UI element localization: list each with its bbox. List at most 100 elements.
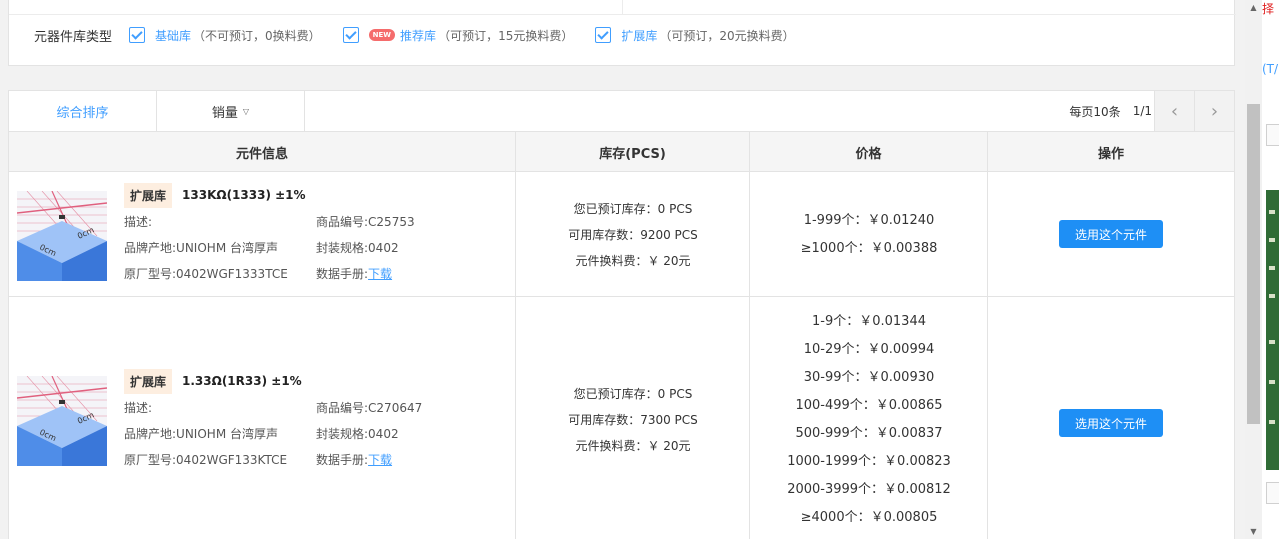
product-code-label: 商品编号:: [316, 215, 369, 229]
description-label: 描述:: [124, 215, 153, 229]
product-code-value: C270647: [368, 401, 423, 415]
datasheet-label: 数据手册:: [316, 453, 369, 467]
price-tier: 500-999个：￥0.00837: [795, 426, 943, 441]
pcb-image: [1266, 190, 1279, 470]
extended-library-note: （可预订，20元换料费）: [659, 28, 795, 43]
datasheet-download-link[interactable]: 下载: [368, 453, 392, 467]
recommended-library-option[interactable]: NEW 推荐库 （可预订，15元换料费）: [342, 27, 574, 44]
header-price: 价格: [750, 132, 988, 172]
package-label: 封装规格:: [316, 427, 369, 441]
tab-comprehensive-label: 综合排序: [56, 105, 109, 121]
reserved-stock: 您已预订库存：0 PCS: [573, 387, 693, 401]
scrollbar-thumb[interactable]: [1247, 104, 1260, 424]
part-info-cell: 0cm 0cm 扩展库 1.33Ω(1R33) ±1% 描述: 商品编号:C27…: [9, 297, 516, 539]
tab-sales-sort[interactable]: 销量 ▽: [157, 91, 305, 131]
price-tier: 100-499个：￥0.00865: [795, 398, 943, 413]
tab-sales-label: 销量: [211, 105, 238, 121]
package-value: 0402: [368, 427, 399, 441]
basic-library-note: （不可预订，0换料费）: [193, 28, 321, 43]
price-tier: 30-99个：￥0.00930: [803, 370, 935, 385]
price-tier: 10-29个：￥0.00994: [803, 342, 935, 357]
next-page-button[interactable]: ›: [1194, 91, 1234, 131]
stock-cell: 您已预订库存：0 PCS 可用库存数：9200 PCS 元件换料费：￥ 20元: [516, 172, 750, 296]
table-header: 元件信息 库存(PCS) 价格 操作: [9, 132, 1234, 172]
pagination-info: 每页10条 1/1: [1069, 91, 1152, 131]
library-type-label: 元器件库类型: [34, 29, 113, 45]
tab-comprehensive-sort[interactable]: 综合排序: [9, 91, 157, 131]
library-filter-card: 元器件库类型 基础库 （不可预订，0换料费） NEW 推荐库 （可预订，15元换…: [8, 0, 1236, 66]
resistor-thumbnail-image[interactable]: 0cm 0cm: [17, 191, 107, 281]
description-label: 描述:: [124, 401, 153, 415]
prev-page-button[interactable]: ‹: [1154, 91, 1194, 131]
chevron-left-icon: ‹: [1170, 100, 1179, 122]
library-filter-row: 元器件库类型 基础库 （不可预订，0换料费） NEW 推荐库 （可预订，15元换…: [34, 25, 817, 45]
header-part-info: 元件信息: [9, 132, 516, 172]
recommended-library-name: 推荐库: [400, 28, 437, 43]
brand-value: UNIOHM 台湾厚声: [176, 241, 278, 255]
price-cell: 1-9个：￥0.01344 10-29个：￥0.00994 30-99个：￥0.…: [750, 297, 988, 539]
scroll-down-arrow-icon[interactable]: ▼: [1245, 524, 1262, 539]
resistor-thumbnail-image[interactable]: 0cm 0cm: [17, 376, 107, 466]
recommended-library-note: （可预订，15元换料费）: [438, 28, 574, 43]
page-number: 1/1: [1132, 104, 1152, 118]
extended-library-option[interactable]: 扩展库 （可预订，20元换料费）: [595, 27, 795, 44]
action-cell: 选用这个元件: [988, 297, 1234, 539]
datasheet-download-link[interactable]: 下载: [368, 267, 392, 281]
package: 封装规格:0402: [316, 235, 516, 261]
extended-library-checkbox[interactable]: [595, 27, 612, 43]
brand: 品牌产地:UNIOHM 台湾厚声: [124, 235, 316, 261]
mpn: 原厂型号:0402WGF133KTCE: [124, 447, 316, 473]
datasheet-label: 数据手册:: [316, 267, 369, 281]
price-tier: 1-9个：￥0.01344: [812, 314, 926, 329]
price-tier: ≥1000个：￥0.00388: [800, 241, 938, 256]
basic-library-checkbox[interactable]: [129, 27, 146, 43]
brand: 品牌产地:UNIOHM 台湾厚声: [124, 421, 316, 447]
brand-value: UNIOHM 台湾厚声: [176, 427, 278, 441]
price-tier: 2000-3999个：￥0.00812: [787, 482, 951, 497]
peek-box: [1266, 482, 1279, 504]
reel-change-fee: 元件换料费：￥ 20元: [575, 254, 691, 268]
peek-text-red: 择: [1262, 2, 1275, 16]
package-label: 封装规格:: [316, 241, 369, 255]
recommended-library-checkbox[interactable]: [342, 27, 359, 43]
brand-label: 品牌产地:: [124, 241, 177, 255]
product-code-label: 商品编号:: [316, 401, 369, 415]
price-tier: 1-999个：￥0.01240: [803, 213, 935, 228]
scroll-up-arrow-icon[interactable]: ▲: [1245, 0, 1262, 15]
part-info: 扩展库 1.33Ω(1R33) ±1% 描述: 商品编号:C270647 品牌产…: [124, 368, 516, 473]
basic-library-option[interactable]: 基础库 （不可预订，0换料费）: [129, 27, 321, 44]
page: 元器件库类型 基础库 （不可预订，0换料费） NEW 推荐库 （可预订，15元换…: [0, 0, 1279, 539]
table-row: 0cm 0cm 扩展库 1.33Ω(1R33) ±1% 描述: 商品编号:C27…: [9, 297, 1234, 539]
price-tier: 1000-1999个：￥0.00823: [787, 454, 951, 469]
divider: [9, 14, 1236, 15]
datasheet: 数据手册:下载: [316, 447, 516, 473]
part-info: 扩展库 133KΩ(1333) ±1% 描述: 商品编号:C25753 品牌产地…: [124, 182, 516, 287]
part-info-cell: 0cm 0cm 扩展库 133KΩ(1333) ±1% 描述: 商品编号:C25…: [9, 172, 516, 296]
mpn-label: 原厂型号:: [124, 453, 177, 467]
per-page-label: 每页10条: [1069, 104, 1121, 119]
product-code: 商品编号:C270647: [316, 395, 516, 421]
library-tag: 扩展库: [124, 182, 173, 208]
price-tier: ≥4000个：￥0.00805: [800, 510, 938, 525]
results-card: 综合排序 销量 ▽ 每页10条 1/1 ‹ › 元件信息 库存(PCS) 价格 …: [8, 90, 1235, 539]
product-code-value: C25753: [368, 215, 415, 229]
divider: [622, 0, 623, 14]
chevron-right-icon: ›: [1210, 100, 1219, 122]
select-part-button[interactable]: 选用这个元件: [1059, 220, 1163, 248]
part-title[interactable]: 1.33Ω(1R33) ±1%: [182, 374, 302, 388]
basic-library-name: 基础库: [155, 28, 192, 43]
caret-down-icon: ▽: [242, 106, 250, 116]
select-part-button[interactable]: 选用这个元件: [1059, 409, 1163, 437]
mpn-value: 0402WGF1333TCE: [176, 267, 288, 281]
package-value: 0402: [368, 241, 399, 255]
brand-label: 品牌产地:: [124, 427, 177, 441]
page-scrollbar[interactable]: ▲ ▼: [1245, 0, 1262, 539]
stock-cell: 您已预订库存：0 PCS 可用库存数：7300 PCS 元件换料费：￥ 20元: [516, 297, 750, 539]
peek-box: [1266, 124, 1279, 146]
part-title[interactable]: 133KΩ(1333) ±1%: [182, 188, 306, 202]
reel-change-fee: 元件换料费：￥ 20元: [575, 439, 691, 453]
mpn-label: 原厂型号:: [124, 267, 177, 281]
mpn-value: 0402WGF133KTCE: [176, 453, 288, 467]
available-stock: 可用库存数：7300 PCS: [568, 413, 698, 427]
library-tag: 扩展库: [124, 368, 173, 394]
